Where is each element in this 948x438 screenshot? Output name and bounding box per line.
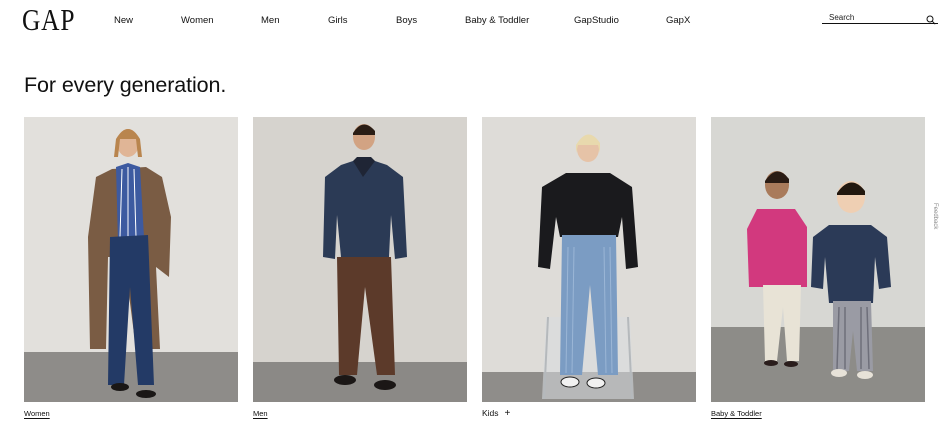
plus-icon[interactable]: + (505, 408, 511, 419)
nav-item-new[interactable]: New (114, 15, 133, 26)
nav-item-girls[interactable]: Girls (328, 15, 348, 26)
nav-item-gapstudio[interactable]: GapStudio (574, 15, 619, 26)
card-label-kids-text: Kids (482, 408, 499, 418)
nav-item-women[interactable]: Women (181, 15, 214, 26)
page-heading: For every generation. (24, 73, 227, 97)
card-label-kids[interactable]: Kids + (482, 408, 510, 419)
nav-item-boys[interactable]: Boys (396, 15, 417, 26)
search-bar (822, 11, 938, 25)
gap-logo[interactable]: GAP (22, 4, 75, 35)
kids-category-image[interactable] (482, 117, 696, 402)
feedback-tab[interactable]: Feedback (932, 203, 938, 229)
baby-toddler-category-image[interactable] (711, 117, 925, 402)
card-label-men[interactable]: Men (253, 409, 268, 418)
nav-item-men[interactable]: Men (261, 15, 279, 26)
search-input[interactable] (829, 11, 929, 23)
women-category-image[interactable] (24, 117, 238, 402)
site-header: GAP New Women Men Girls Boys Baby & Todd… (0, 0, 948, 40)
men-category-image[interactable] (253, 117, 467, 402)
search-icon[interactable] (926, 12, 936, 25)
card-label-baby-toddler[interactable]: Baby & Toddler (711, 409, 762, 418)
nav-item-gapx[interactable]: GapX (666, 15, 690, 26)
card-label-women[interactable]: Women (24, 409, 50, 418)
nav-item-baby-toddler[interactable]: Baby & Toddler (465, 15, 529, 26)
